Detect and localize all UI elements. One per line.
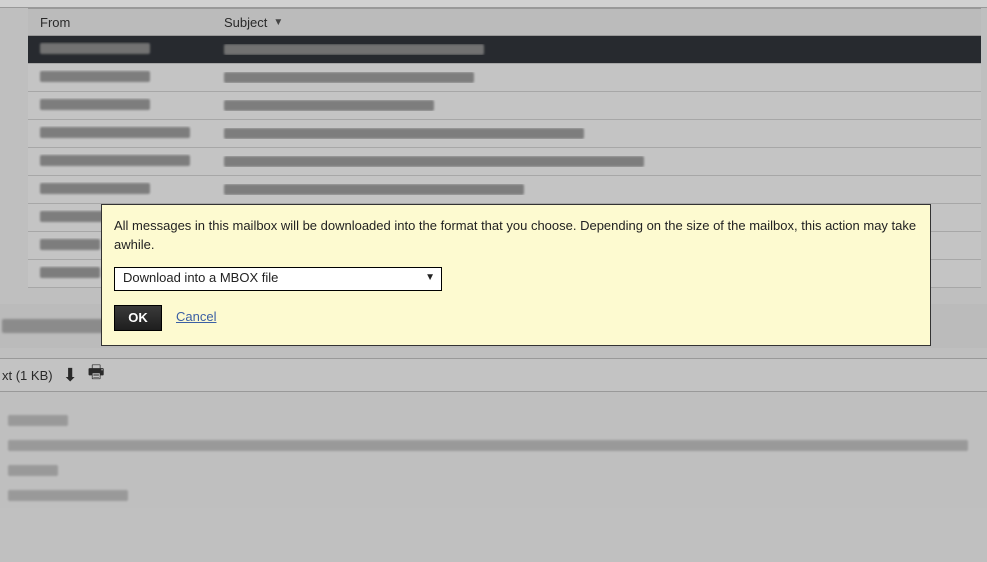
cancel-link[interactable]: Cancel — [176, 308, 216, 327]
chevron-down-icon: ▼ — [425, 271, 435, 286]
dialog-message: All messages in this mailbox will be dow… — [114, 217, 918, 255]
format-select[interactable]: Download into a MBOX file ▼ — [114, 267, 442, 291]
ok-button[interactable]: OK — [114, 305, 162, 331]
format-select-value: Download into a MBOX file — [123, 269, 278, 288]
export-dialog: All messages in this mailbox will be dow… — [101, 204, 931, 346]
